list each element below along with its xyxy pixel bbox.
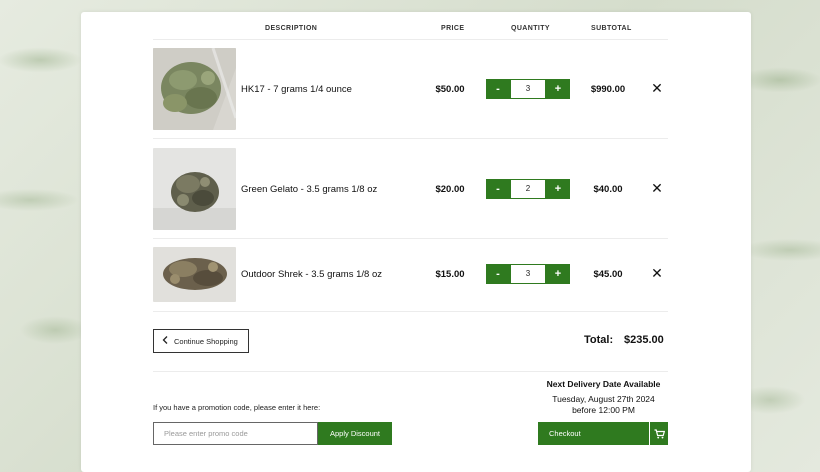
quantity-stepper: - 2 +: [486, 179, 570, 199]
delivery-time: before 12:00 PM: [572, 405, 635, 415]
increase-quantity-button[interactable]: +: [546, 264, 570, 284]
delivery-title: Next Delivery Date Available: [546, 379, 661, 389]
increase-quantity-button[interactable]: +: [546, 179, 570, 199]
quantity-input[interactable]: 2: [510, 179, 546, 199]
remove-item-icon[interactable]: ✕: [649, 265, 665, 282]
checkout-button[interactable]: Checkout: [538, 422, 649, 445]
header-price: PRICE: [441, 25, 465, 32]
continue-shopping-button[interactable]: Continue Shopping: [153, 329, 249, 353]
product-price: $20.00: [435, 184, 465, 195]
product-price: $15.00: [435, 269, 465, 280]
product-image[interactable]: [153, 247, 236, 302]
row-divider: [153, 138, 668, 139]
quantity-input[interactable]: 3: [510, 264, 546, 284]
product-image[interactable]: [153, 48, 236, 130]
decrease-quantity-button[interactable]: -: [486, 79, 510, 99]
summary-divider: [153, 371, 668, 372]
product-price: $50.00: [435, 84, 465, 95]
header-quantity: QUANTITY: [511, 25, 550, 32]
product-name[interactable]: HK17 - 7 grams 1/4 ounce: [241, 84, 352, 95]
cart-icon[interactable]: [650, 422, 668, 445]
header-divider: [153, 39, 668, 40]
quantity-input[interactable]: 3: [510, 79, 546, 99]
header-subtotal: SUBTOTAL: [591, 25, 632, 32]
apply-discount-button[interactable]: Apply Discount: [318, 422, 392, 445]
cart-panel: DESCRIPTION PRICE QUANTITY SUBTOTAL HK17…: [81, 12, 751, 472]
row-divider: [153, 311, 668, 312]
quantity-stepper: - 3 +: [486, 79, 570, 99]
header-description: DESCRIPTION: [265, 25, 318, 32]
product-subtotal: $40.00: [593, 184, 623, 195]
product-image[interactable]: [153, 148, 236, 230]
decrease-quantity-button[interactable]: -: [486, 264, 510, 284]
promo-prompt: If you have a promotion code, please ent…: [153, 403, 321, 412]
product-subtotal: $45.00: [593, 269, 623, 280]
total-value: $235.00: [624, 334, 664, 346]
decrease-quantity-button[interactable]: -: [486, 179, 510, 199]
continue-shopping-label: Continue Shopping: [174, 336, 238, 346]
total-label: Total:: [584, 334, 614, 346]
remove-item-icon[interactable]: ✕: [649, 80, 665, 97]
chevron-left-icon: [162, 336, 168, 346]
row-divider: [153, 238, 668, 239]
delivery-date: Tuesday, August 27th 2024: [552, 394, 655, 404]
product-subtotal: $990.00: [590, 84, 626, 95]
remove-item-icon[interactable]: ✕: [649, 180, 665, 197]
quantity-stepper: - 3 +: [486, 264, 570, 284]
product-name[interactable]: Outdoor Shrek - 3.5 grams 1/8 oz: [241, 269, 382, 280]
product-name[interactable]: Green Gelato - 3.5 grams 1/8 oz: [241, 184, 377, 195]
promo-code-input[interactable]: Please enter promo code: [153, 422, 318, 445]
increase-quantity-button[interactable]: +: [546, 79, 570, 99]
